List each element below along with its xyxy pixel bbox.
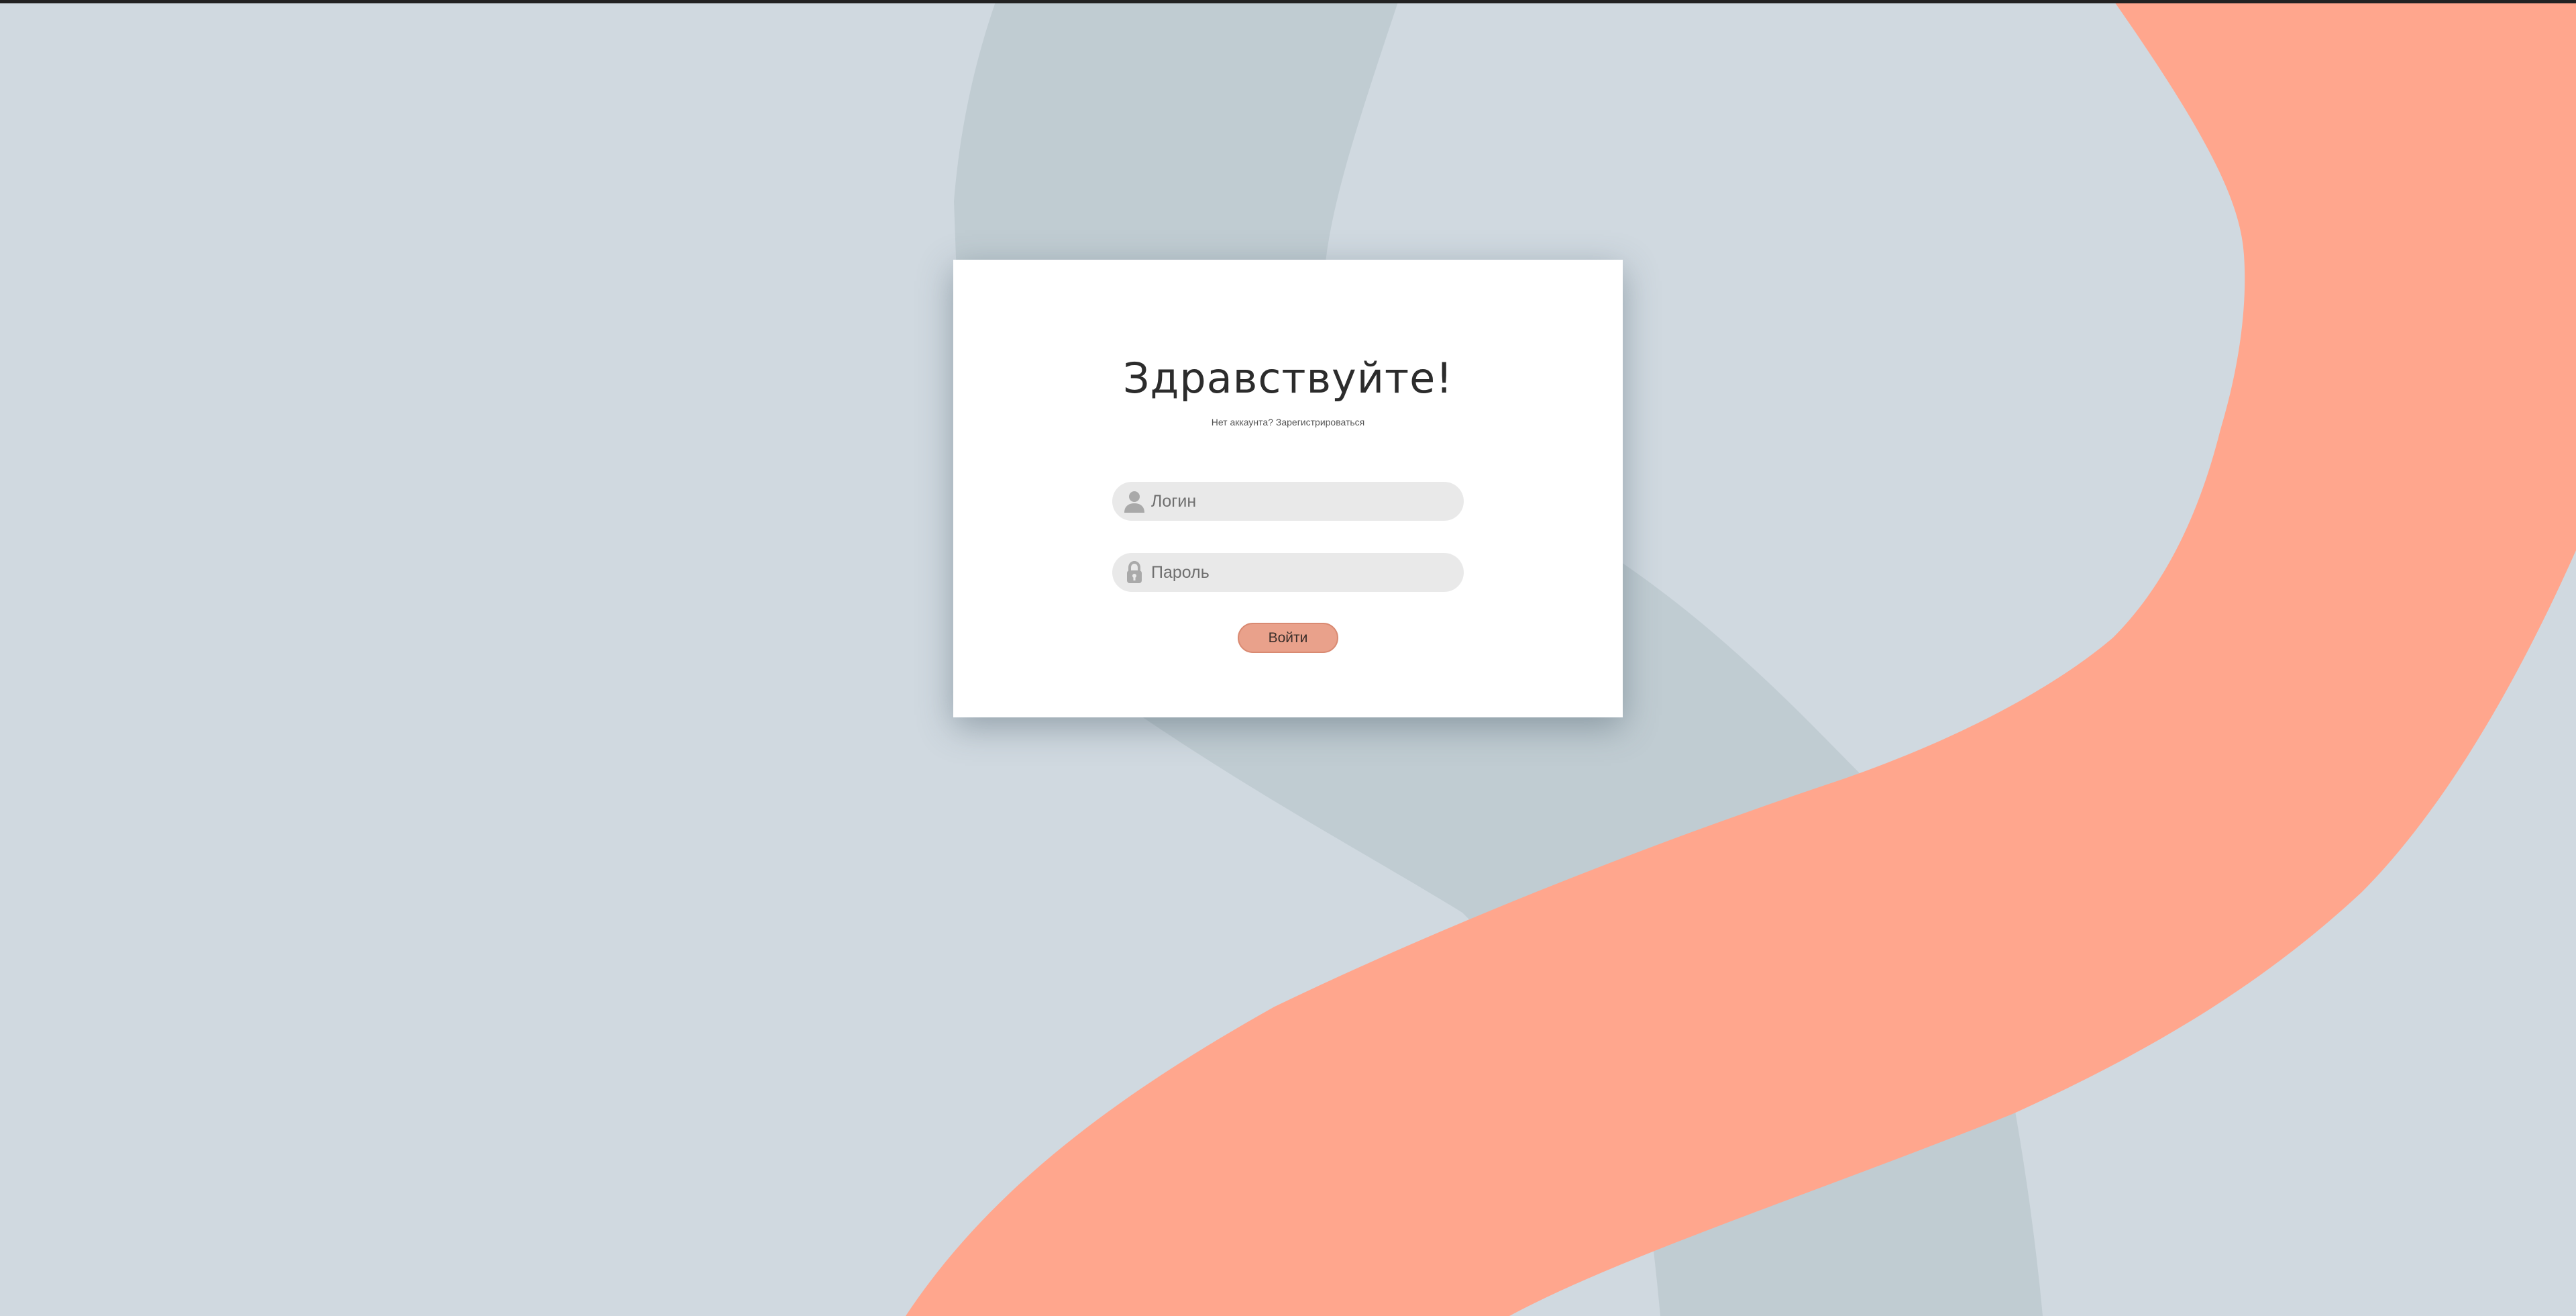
login-input[interactable]: [1151, 482, 1453, 521]
password-field[interactable]: [1112, 553, 1464, 592]
login-button[interactable]: Войти: [1238, 623, 1338, 653]
top-border: [0, 0, 2576, 3]
login-card: Здравствуйте! Нет аккаунта? Зарегистриро…: [953, 260, 1623, 717]
password-input[interactable]: [1151, 553, 1453, 592]
page-title: Здравствуйте!: [1122, 354, 1454, 403]
user-icon: [1122, 489, 1147, 514]
register-link[interactable]: Нет аккаунта? Зарегистрироваться: [953, 417, 1623, 427]
login-field[interactable]: [1112, 482, 1464, 521]
login-page: Здравствуйте! Нет аккаунта? Зарегистриро…: [0, 0, 2576, 1316]
lock-icon: [1122, 560, 1147, 585]
